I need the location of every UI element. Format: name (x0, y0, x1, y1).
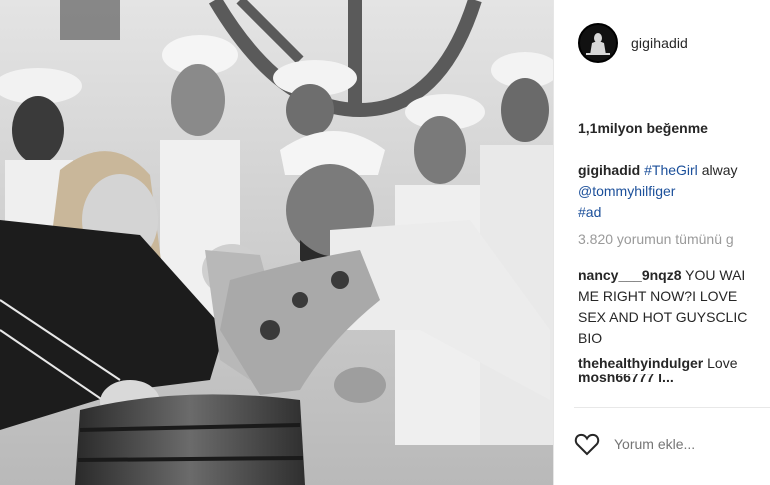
comment-input[interactable] (614, 436, 754, 452)
post-side-panel: gigihadid 1,1milyon beğenme gigihadid #T… (554, 0, 770, 485)
comment-username[interactable]: mosh66777 l... (578, 374, 674, 382)
comment-username[interactable]: nancy___9nqz8 (578, 267, 682, 283)
comment-line: ME RIGHT NOW?I LOVE (578, 288, 738, 304)
comment-line: thehealthyindulger Love (578, 353, 770, 374)
caption-line-2: @tommyhilfiger (578, 181, 770, 202)
comment-line-truncated: mosh66777 l... (578, 374, 770, 382)
caption: gigihadid #TheGirl alway @tommyhilfiger … (578, 160, 770, 250)
comment-line: nancy___9nqz8 YOU WAI (578, 265, 770, 286)
caption-hashtag[interactable]: #TheGirl (644, 162, 698, 178)
heart-icon[interactable] (574, 432, 600, 456)
post-header: gigihadid (554, 0, 770, 86)
avatar-icon (580, 25, 616, 61)
caption-hashtag-ad[interactable]: #ad (578, 204, 601, 220)
comment-text: Love (707, 355, 738, 371)
caption-username[interactable]: gigihadid (578, 162, 640, 178)
caption-line-1: gigihadid #TheGirl alway (578, 160, 770, 181)
footer-divider (574, 407, 770, 408)
comment-line: SEX AND HOT GUYSCLIC (578, 309, 748, 325)
post-photo[interactable] (0, 0, 553, 485)
caption-line-3: #ad (578, 202, 770, 223)
profile-avatar[interactable] (578, 23, 618, 63)
comment-item: nancy___9nqz8 YOU WAI ME RIGHT NOW?I LOV… (578, 265, 770, 382)
view-all-comments[interactable]: 3.820 yorumun tümünü g (578, 229, 770, 250)
post-footer (574, 424, 770, 464)
comment-line: BIO (578, 330, 603, 346)
caption-text: alway (701, 162, 738, 178)
post-username[interactable]: gigihadid (631, 35, 688, 51)
comment-username[interactable]: thehealthyindulger (578, 355, 703, 371)
comment-text: YOU WAI (685, 267, 746, 283)
like-count[interactable]: 1,1milyon beğenme (578, 120, 708, 136)
caption-mention[interactable]: @tommyhilfiger (578, 183, 675, 199)
post-image (0, 0, 553, 485)
